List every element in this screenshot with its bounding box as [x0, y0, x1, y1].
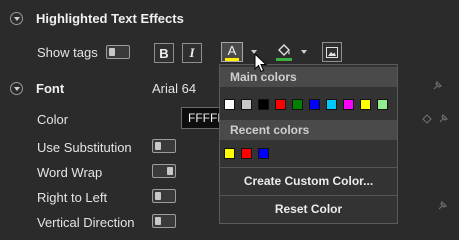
highlight-color-underline	[276, 57, 292, 61]
pin-icon[interactable]	[436, 200, 448, 212]
color-swatch[interactable]	[224, 148, 235, 159]
italic-button[interactable]: I	[182, 43, 202, 63]
collapse-icon[interactable]	[10, 82, 23, 95]
highlight-color-button[interactable]	[273, 42, 295, 62]
font-value[interactable]: Arial 64	[152, 81, 196, 96]
color-label: Color	[37, 112, 69, 127]
use-substitution-toggle[interactable]	[152, 139, 176, 153]
cursor-icon	[254, 53, 268, 73]
use-substitution-label: Use Substitution	[37, 140, 132, 155]
right-to-left-toggle[interactable]	[152, 189, 176, 203]
italic-label: I	[189, 45, 195, 60]
recent-colors-header: Recent colors	[220, 120, 397, 140]
reset-color-button[interactable]: Reset Color	[220, 195, 397, 221]
insert-image-button[interactable]	[322, 42, 342, 62]
text-color-letter: A	[227, 42, 237, 58]
color-swatch[interactable]	[377, 99, 388, 110]
section-title-highlighted: Highlighted Text Effects	[36, 11, 184, 26]
image-icon	[326, 46, 338, 58]
bold-button[interactable]: B	[154, 43, 174, 63]
text-color-button[interactable]: A	[221, 42, 243, 62]
show-tags-label: Show tags	[37, 45, 98, 60]
main-colors-header: Main colors	[220, 67, 397, 87]
color-swatch[interactable]	[309, 99, 320, 110]
collapse-icon[interactable]	[10, 12, 23, 25]
vertical-direction-toggle[interactable]	[152, 214, 176, 228]
word-wrap-toggle[interactable]	[152, 164, 176, 178]
color-picker-popup: Main colors Recent colors Create Custom …	[219, 64, 398, 224]
color-swatch[interactable]	[292, 99, 303, 110]
color-swatch[interactable]	[241, 99, 252, 110]
color-swatch[interactable]	[241, 148, 252, 159]
create-custom-color-button[interactable]: Create Custom Color...	[220, 167, 397, 193]
word-wrap-label: Word Wrap	[37, 165, 103, 180]
color-swatch[interactable]	[258, 148, 269, 159]
pin-icon[interactable]	[437, 113, 449, 125]
paint-bucket-icon	[278, 43, 290, 56]
color-swatch[interactable]	[224, 99, 235, 110]
vertical-direction-label: Vertical Direction	[37, 215, 135, 230]
show-tags-toggle[interactable]	[106, 45, 130, 59]
highlight-color-dropdown-arrow[interactable]	[299, 42, 309, 62]
color-swatch[interactable]	[360, 99, 371, 110]
pin-icon[interactable]	[431, 80, 443, 92]
color-swatch[interactable]	[343, 99, 354, 110]
color-swatch[interactable]	[275, 99, 286, 110]
color-swatch[interactable]	[258, 99, 269, 110]
color-swatch[interactable]	[326, 99, 337, 110]
right-to-left-label: Right to Left	[37, 190, 108, 205]
section-title-font: Font	[36, 81, 65, 96]
text-color-underline	[225, 57, 239, 61]
diamond-icon[interactable]	[422, 114, 432, 124]
